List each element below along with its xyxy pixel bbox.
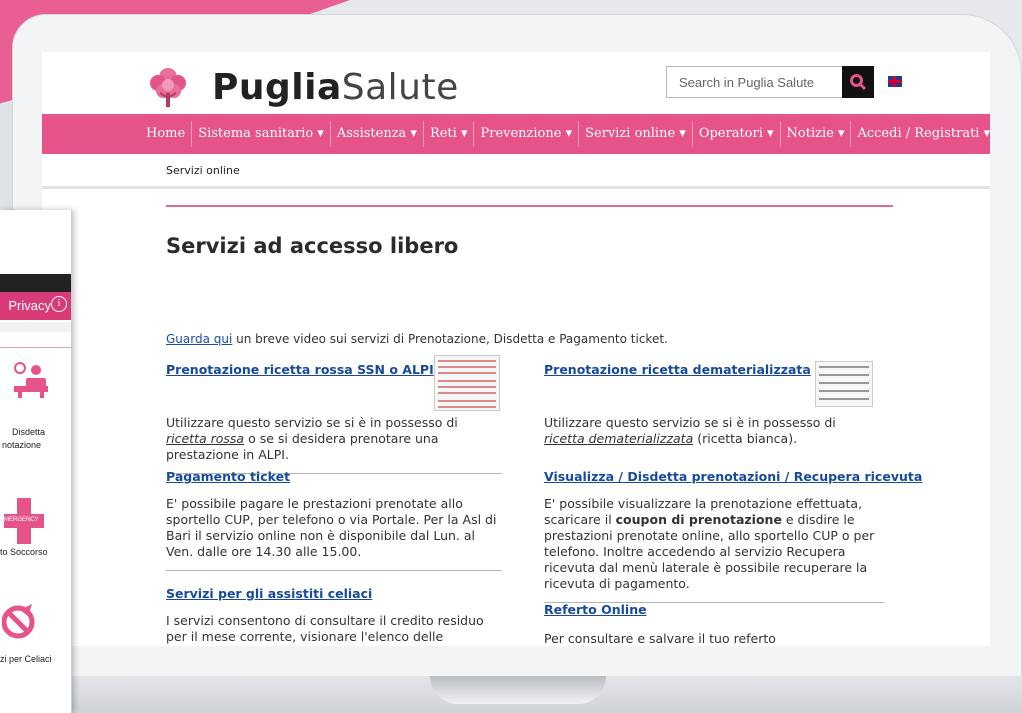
phone-divider — [0, 347, 71, 348]
card-visualizza-disdetta: Visualizza / Disdetta prenotazioni / Rec… — [544, 469, 922, 603]
search-button[interactable] — [842, 66, 874, 98]
video-link[interactable]: Guarda qui — [166, 332, 232, 346]
info-icon[interactable]: i — [51, 296, 67, 312]
search-input[interactable]: Search in Puglia Salute — [666, 66, 844, 98]
card-text: Utilizzare questo servizio se si è in po… — [166, 415, 458, 462]
site-logo[interactable]: PugliaSalute — [146, 62, 526, 112]
card-title-referto-online[interactable]: Referto Online — [544, 602, 880, 617]
nav-item-assistenza[interactable]: Assistenza ▾ — [331, 122, 423, 146]
phone-subbar — [0, 322, 71, 332]
pink-divider — [166, 205, 893, 207]
celiac-icon[interactable] — [1, 602, 42, 646]
nav-item-prevenzione[interactable]: Prevenzione ▾ — [474, 122, 578, 146]
phone-item-disdetta[interactable]: Disdetta — [12, 427, 71, 437]
card-title-pagamento-ticket[interactable]: Pagamento ticket — [166, 469, 502, 484]
card-referto-online: Referto Online Per consultare e salvare … — [544, 602, 880, 646]
emergency-icon[interactable]: MERGENCY — [4, 498, 44, 544]
mobile-app-overlay: Privacy i Disdetta notazione MERGENCY to… — [0, 210, 72, 713]
search-icon — [850, 74, 867, 91]
card-pagamento-ticket: Pagamento ticket E' possibile pagare le … — [166, 469, 502, 571]
nav-item-reti[interactable]: Reti ▾ — [424, 122, 474, 146]
phone-status-bar — [0, 274, 71, 292]
nav-menu: Home Sistema sanitario ▾ Assistenza ▾ Re… — [140, 114, 990, 154]
breadcrumb-divider — [42, 186, 990, 189]
nav-item-notizie[interactable]: Notizie ▾ — [781, 122, 851, 146]
card-text: I servizi consentono di consultare il cr… — [166, 613, 484, 646]
card-title-celiaci[interactable]: Servizi per gli assistiti celiaci — [166, 586, 502, 601]
card-celiaci: Servizi per gli assistiti celiaci I serv… — [166, 586, 502, 646]
emergency-label: MERGENCY — [4, 517, 39, 523]
phone-item-celiaci[interactable]: zi per Celiaci — [0, 654, 71, 664]
phone-item-prenotazione[interactable]: notazione — [2, 440, 71, 450]
browser-page: PugliaSalute Search in Puglia Salute Hom… — [42, 52, 990, 646]
card-title-visualizza-disdetta[interactable]: Visualizza / Disdetta prenotazioni / Rec… — [544, 469, 922, 484]
tree-logo-icon — [146, 65, 190, 109]
nav-item-operatori[interactable]: Operatori ▾ — [693, 122, 780, 146]
card-divider — [166, 570, 502, 571]
card-text: Per consultare e salvare il tuo referto — [544, 631, 776, 646]
main-navbar: Home Sistema sanitario ▾ Assistenza ▾ Re… — [42, 114, 990, 154]
privacy-link[interactable]: Privacy — [8, 298, 51, 313]
nav-item-accedi[interactable]: Accedi / Registrati ▾ — [851, 122, 990, 146]
phone-item-pronto-soccorso[interactable]: to Soccorso — [0, 547, 71, 557]
english-flag-icon[interactable] — [888, 76, 902, 87]
laptop-notch — [430, 676, 606, 704]
breadcrumb[interactable]: Servizi online — [166, 164, 240, 177]
card-text: E' possibile pagare le prestazioni preno… — [166, 496, 497, 559]
intro-text: Guarda qui un breve video sui servizi di… — [166, 332, 668, 346]
nav-item-servizi-online[interactable]: Servizi online ▾ — [579, 122, 692, 146]
site-name: PugliaSalute — [212, 66, 459, 108]
ricetta-dematerializzata-thumbnail — [815, 361, 873, 407]
booking-icon[interactable] — [10, 360, 50, 404]
card-text: Utilizzare questo servizio se si è in po… — [544, 415, 836, 446]
nav-item-sistema-sanitario[interactable]: Sistema sanitario ▾ — [192, 122, 330, 146]
ricetta-rossa-thumbnail — [434, 355, 500, 411]
nav-item-home[interactable]: Home — [140, 122, 191, 146]
page-title: Servizi ad accesso libero — [166, 234, 459, 258]
card-text: E' possibile visualizzare la prenotazion… — [544, 496, 875, 591]
